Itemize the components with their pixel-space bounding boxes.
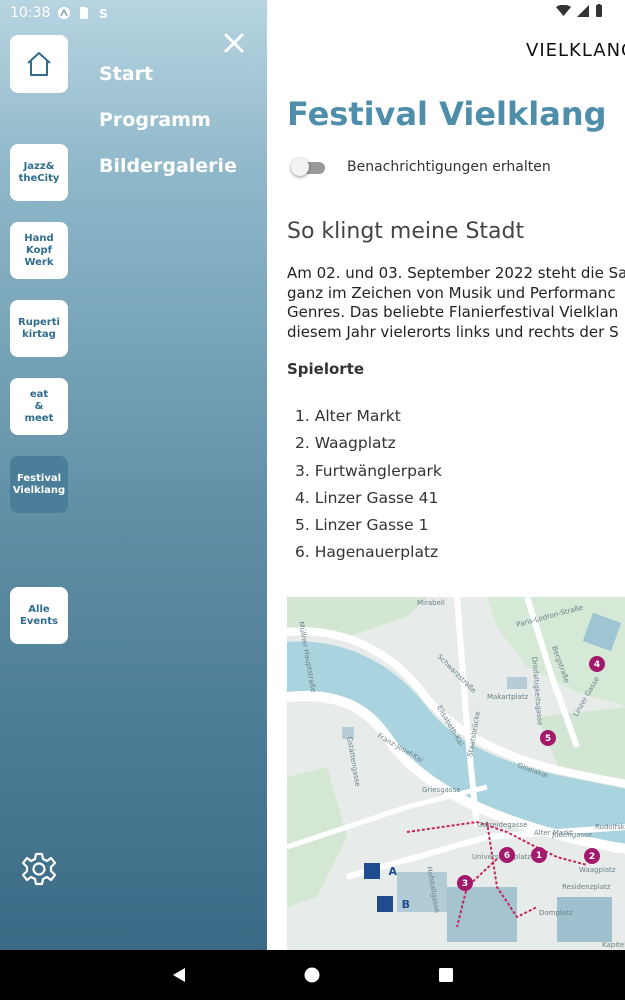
back-icon[interactable] <box>171 967 187 983</box>
home-tile[interactable] <box>10 35 68 93</box>
toggle-knob <box>291 158 309 176</box>
parking-label: P A <box>367 865 397 878</box>
list-item: 4. Linzer Gasse 41 <box>295 488 439 507</box>
map-label: Waagplatz <box>579 866 616 874</box>
drawer-item-bildergalerie[interactable]: Bildergalerie <box>99 152 237 198</box>
wifi-icon <box>556 4 571 16</box>
tile-eat-meet[interactable]: eat & meet <box>10 378 68 435</box>
app-screen: VIELKLANG Festival Vielklang Benachricht… <box>0 0 625 950</box>
system-nav-bar <box>0 950 625 1000</box>
drawer-item-programm[interactable]: Programm <box>99 106 237 152</box>
svg-text:S: S <box>99 7 108 19</box>
brand-logo: VIELKLANG <box>526 40 625 61</box>
intro-paragraph: Am 02. und 03. September 2022 steht die … <box>287 264 625 342</box>
venues-heading: Spielorte <box>287 360 365 378</box>
app-notification-icon <box>58 7 71 19</box>
map-label: Mirabell <box>417 599 445 607</box>
list-item: 6. Hagenauerplatz <box>295 543 439 562</box>
signal-icon <box>577 4 589 17</box>
paragraph-line: ganz im Zeichen von Musik und Performanc <box>287 283 616 302</box>
page-title: Festival Vielklang <box>287 95 607 133</box>
paragraph-line: diesem Jahr vielerorts links und rechts … <box>287 322 619 341</box>
settings-gear-icon[interactable] <box>20 850 58 888</box>
map-label: Rudolfskai <box>595 823 625 831</box>
map-marker-label: 1 <box>536 851 542 861</box>
map-marker-label: 5 <box>545 734 551 744</box>
sim-card-icon <box>80 7 89 19</box>
paragraph-line: Genres. Das beliebte Flanierfestival Vie… <box>287 303 619 321</box>
list-item: 3. Furtwänglerpark <box>295 461 442 480</box>
map-label: Getreidegasse <box>477 821 528 829</box>
venue-name: Hagenauerplatz <box>314 543 439 562</box>
home-nav-icon[interactable] <box>304 967 320 983</box>
tile-jazz-the-city[interactable]: Jazz& theCity <box>10 144 68 201</box>
tile-rupertikirtag[interactable]: Ruperti kirtag <box>10 300 68 357</box>
home-icon <box>27 52 51 76</box>
map-label: Makartplatz <box>487 693 529 701</box>
venue-name: Alter Markt <box>314 407 401 425</box>
venue-name: Waagplatz <box>314 434 396 453</box>
drawer-nav: Start Programm Bildergalerie <box>99 60 237 198</box>
venue-map[interactable]: Mirabell Paris-Lodron-Straße Schwarzstra… <box>287 597 625 950</box>
sync-icon: S <box>99 7 108 19</box>
parking-label: P B <box>380 898 410 911</box>
map-label: Griesgasse <box>422 786 461 794</box>
section-subtitle: So klingt meine Stadt <box>287 219 525 244</box>
map-marker-label: 2 <box>589 852 595 862</box>
list-item: 1. Alter Markt <box>295 407 401 425</box>
list-item: 2. Waagplatz <box>295 434 396 453</box>
venue-name: Linzer Gasse 41 <box>314 488 439 507</box>
map-label: Kapitelplatz <box>602 941 625 949</box>
battery-icon <box>596 4 602 17</box>
map-label: Residenzplatz <box>562 883 611 891</box>
list-item: 5. Linzer Gasse 1 <box>295 516 429 535</box>
paragraph-line: Am 02. und 03. September 2022 steht die … <box>287 264 625 282</box>
notifications-toggle[interactable] <box>291 158 327 176</box>
map-label: Domplatz <box>539 909 573 917</box>
map-marker-label: 6 <box>504 851 510 861</box>
status-time: 10:38 <box>10 5 51 21</box>
tile-hand-kopf-werk[interactable]: Hand Kopf Werk <box>10 222 68 279</box>
map-marker-label: 4 <box>594 660 600 670</box>
tile-alle-events[interactable]: Alle Events <box>10 587 68 644</box>
status-icons <box>556 4 603 17</box>
map-marker-label: 3 <box>462 879 468 889</box>
map-svg: Mirabell Paris-Lodron-Straße Schwarzstra… <box>287 597 625 950</box>
recents-icon[interactable] <box>438 967 454 983</box>
venue-list: 1. Alter Markt 2. Waagplatz 3. Furtwängl… <box>295 405 442 569</box>
drawer-item-start[interactable]: Start <box>99 60 237 106</box>
venue-name: Furtwänglerpark <box>314 461 442 480</box>
venue-name: Linzer Gasse 1 <box>314 516 429 535</box>
main-content: VIELKLANG Festival Vielklang Benachricht… <box>267 0 625 950</box>
map-label: Alter Markt <box>534 829 573 837</box>
status-bar-left: 10:38 S <box>10 4 110 22</box>
tile-festival-vielklang[interactable]: Festival Vielklang <box>10 456 68 513</box>
navigation-drawer: 10:38 S Jazz& theCity Hand Kopf Werk Rupert… <box>0 0 267 950</box>
notifications-label: Benachrichtigungen erhalten <box>347 159 551 175</box>
close-drawer-icon[interactable] <box>221 30 247 56</box>
